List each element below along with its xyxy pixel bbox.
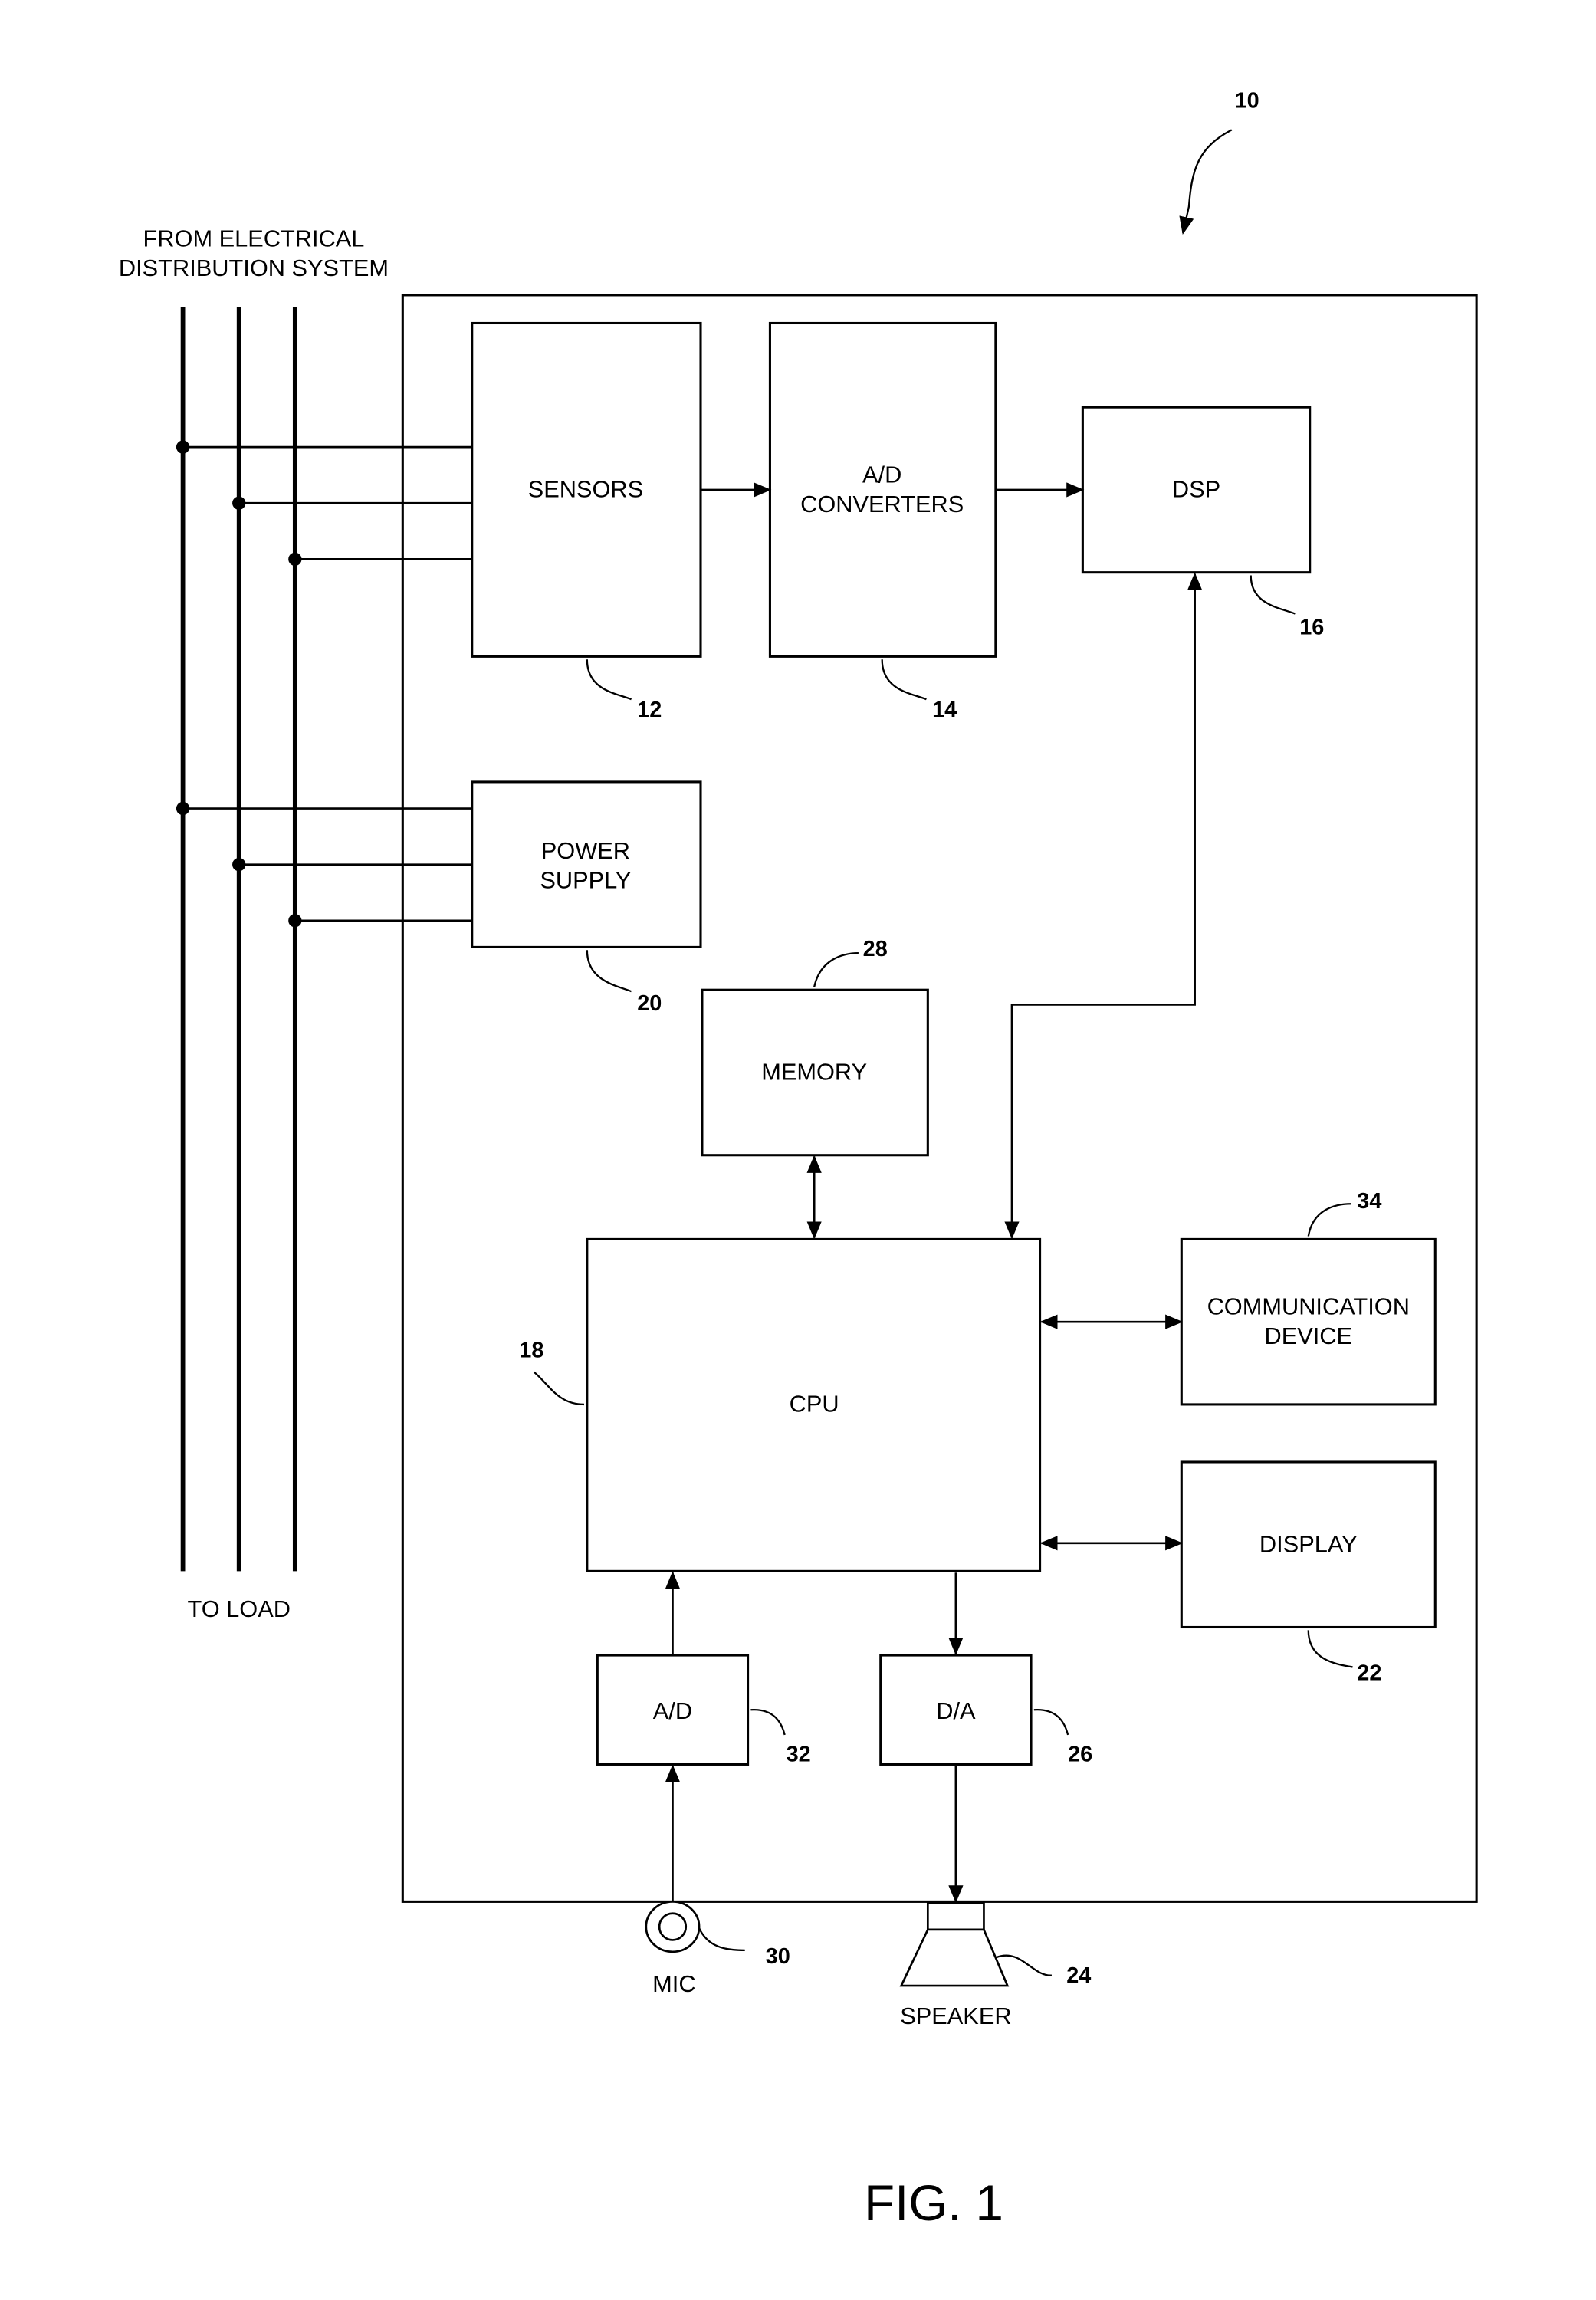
memory-ref: 28	[863, 937, 888, 961]
sensors-ref-leader	[586, 659, 632, 701]
ad-ref-leader	[750, 1709, 786, 1736]
mic-icon	[645, 1901, 701, 1953]
speaker-ref-leader	[995, 1954, 1053, 1976]
junction-dot	[288, 914, 302, 928]
communication-device-label-line1: COMMUNICATION	[1207, 1293, 1410, 1320]
mic-label: MIC	[652, 1970, 695, 1997]
junction-dot	[288, 552, 302, 567]
source-label-line2: DISTRIBUTION SYSTEM	[119, 255, 389, 281]
speaker-icon	[899, 1901, 1010, 1987]
load-label: TO LOAD	[187, 1595, 291, 1622]
system-ref-arrow	[1179, 129, 1233, 235]
ad-converters-ref: 14	[932, 698, 957, 722]
sensors-label: SENSORS	[528, 476, 643, 503]
cpu-label: CPU	[790, 1391, 839, 1418]
memory-label: MEMORY	[761, 1059, 867, 1086]
source-label-line1: FROM ELECTRICAL	[143, 225, 365, 251]
speaker-ref: 24	[1066, 1963, 1091, 1988]
figure-label: FIG. 1	[864, 2175, 1003, 2231]
dsp-ref-leader	[1250, 575, 1296, 615]
power-supply-block	[471, 780, 702, 948]
patent-diagram: 10 FROM ELECTRICAL DISTRIBUTION SYSTEM T…	[119, 89, 1478, 2231]
cpu-ref: 18	[519, 1338, 543, 1362]
junction-dot	[176, 801, 190, 816]
ad-converters-ref-leader	[881, 659, 927, 701]
display-ref: 22	[1357, 1661, 1381, 1686]
communication-device-ref: 34	[1357, 1189, 1381, 1214]
mic-ref-leader	[698, 1927, 745, 1952]
communication-device-label-line2: DEVICE	[1265, 1322, 1353, 1349]
dsp-cpu-bidirectional-arrow	[1004, 572, 1203, 1240]
junction-dot	[232, 496, 246, 510]
da-ref-leader	[1033, 1709, 1069, 1736]
power-supply-ref: 20	[637, 991, 662, 1016]
junction-dot	[232, 858, 246, 872]
ad-ref: 32	[787, 1743, 811, 1767]
da-ref: 26	[1068, 1743, 1092, 1767]
ad-converters-label-line1: A/D	[862, 461, 901, 488]
device-enclosure	[401, 294, 1478, 1903]
display-ref-leader	[1307, 1630, 1353, 1668]
power-supply-label-line2: SUPPLY	[540, 866, 631, 893]
da-label: D/A	[936, 1697, 976, 1724]
sensors-ref: 12	[637, 698, 662, 722]
mic-ref: 30	[766, 1944, 790, 1969]
power-supply-ref-leader	[586, 950, 632, 993]
dsp-ref: 16	[1299, 615, 1324, 639]
junction-dot	[176, 440, 190, 454]
cpu-ref-leader	[533, 1371, 584, 1406]
communication-device-ref-leader	[1307, 1203, 1351, 1237]
ad-converters-label-line2: CONVERTERS	[800, 491, 964, 518]
system-ref-number: 10	[1235, 89, 1259, 113]
memory-ref-leader	[813, 951, 859, 987]
power-supply-label-line1: POWER	[541, 837, 630, 864]
speaker-label: SPEAKER	[900, 2003, 1011, 2029]
display-label: DISPLAY	[1259, 1530, 1358, 1557]
dsp-label: DSP	[1172, 476, 1220, 503]
ad-label: A/D	[653, 1697, 692, 1724]
